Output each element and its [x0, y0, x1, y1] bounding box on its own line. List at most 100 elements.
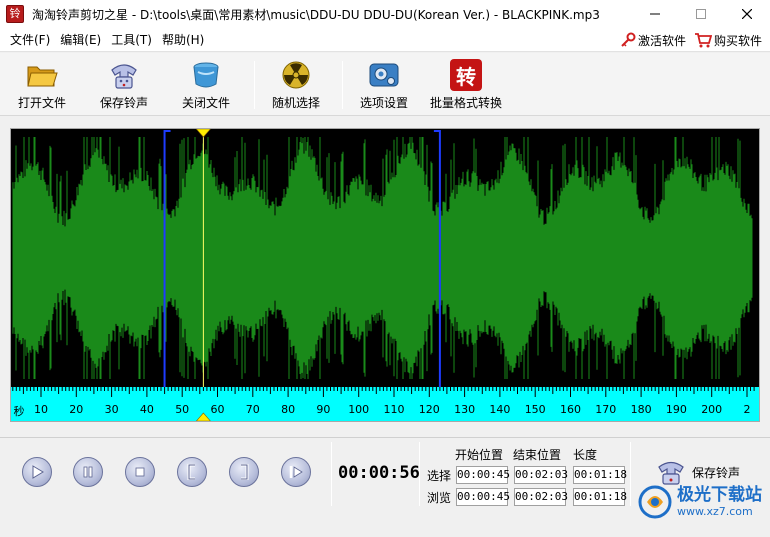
ruler-label: 80	[281, 403, 296, 416]
ruler-label: 170	[595, 403, 617, 416]
bracket-right-icon	[241, 464, 249, 480]
ruler-label: 160	[560, 403, 581, 416]
activate-software-link[interactable]: 激活软件	[620, 32, 686, 49]
options-label: 选项设置	[360, 96, 409, 110]
folder-icon	[27, 66, 58, 87]
window-controls	[632, 0, 770, 28]
ruler-unit-label: 秒	[13, 405, 25, 418]
menu-tools[interactable]: 工具(T)	[106, 31, 157, 48]
buy-software-link[interactable]: 购买软件	[694, 32, 762, 49]
ruler-label: 90	[316, 403, 331, 416]
window-title: 淘淘铃声剪切之星 - D:\tools\桌面\常用素材\music\DDU-DU…	[32, 7, 600, 22]
ruler-label: 200	[701, 403, 723, 416]
settings-icon	[369, 63, 399, 87]
close-file-label: 关闭文件	[182, 96, 231, 110]
select-row-label: 选择	[427, 469, 452, 483]
ruler-label: 10	[34, 403, 48, 416]
stop-icon	[135, 467, 145, 477]
app-icon: 铃	[6, 5, 24, 23]
toolbar-separator	[254, 61, 255, 109]
open-file-label: 打开文件	[18, 96, 67, 110]
save-ringtone-bottom-label: 保存铃声	[692, 465, 741, 480]
ruler-label: 60	[210, 403, 225, 416]
batch-convert-label: 批量格式转换	[430, 96, 503, 110]
set-end-button[interactable]	[229, 457, 259, 487]
ruler-label: 150	[524, 403, 546, 416]
set-start-button[interactable]	[177, 457, 207, 487]
maximize-icon	[696, 9, 706, 19]
playhead-bottom-handle	[195, 412, 211, 421]
time-ruler[interactable]: 秒 10 20 30 40 50 60 70 80 90 100 110 120 130 140 150 16…	[11, 387, 759, 421]
ruler-label: 50	[175, 403, 190, 416]
convert-icon: 转	[450, 59, 482, 91]
ruler-label: 30	[104, 403, 119, 416]
ruler-tick-marks	[12, 387, 755, 397]
current-time: 00:00:56	[338, 463, 420, 483]
close-button[interactable]	[724, 0, 770, 28]
title-bar: 铃 淘淘铃声剪切之星 - D:\tools\桌面\常用素材\music\DDU-…	[0, 0, 770, 28]
ruler-label: 140	[489, 403, 511, 416]
phone-ringtone-icon	[658, 461, 684, 485]
toolbar-separator	[342, 61, 343, 109]
panel-separator	[630, 442, 631, 506]
select-end-field[interactable]: 00:02:03	[514, 466, 568, 484]
ruler-label: 70	[245, 403, 260, 416]
watermark-title: 极光下载站	[677, 485, 762, 505]
browse-length-field[interactable]: 00:01:18	[573, 488, 627, 506]
browse-end-field[interactable]: 00:02:03	[514, 488, 568, 506]
select-length-field[interactable]: 00:01:18	[573, 466, 627, 484]
play-selection-button[interactable]	[281, 457, 311, 487]
panel-separator	[331, 442, 332, 506]
pause-button[interactable]	[73, 457, 103, 487]
start-position-header: 开始位置	[455, 448, 504, 462]
maximize-button[interactable]	[678, 0, 724, 28]
ruler-label: 2	[743, 403, 751, 416]
waveform-panel[interactable]: 秒 10 20 30 40 50 60 70 80 90 100 110 120 130 140 150 16…	[10, 128, 760, 422]
cart-icon	[694, 33, 712, 48]
length-header: 长度	[573, 448, 598, 462]
ruler-label: 180	[630, 403, 652, 416]
save-ringtone-label: 保存铃声	[100, 96, 149, 110]
save-ringtone-bottom-button[interactable]: 保存铃声	[656, 458, 740, 486]
stop-button[interactable]	[125, 457, 155, 487]
ruler-label: 20	[69, 403, 84, 416]
bucket-icon	[193, 62, 219, 88]
ruler-label: 100	[348, 403, 370, 416]
play-button[interactable]	[22, 457, 52, 487]
browse-start-field[interactable]: 00:00:45	[456, 488, 510, 506]
toolbar: 打开文件 保存铃声 关闭文件 随机选择 选项设置 转 批量格式转换	[0, 53, 770, 116]
ruler-label: 120	[418, 403, 440, 416]
menu-bar: 文件(F) 编辑(E) 工具(T) 帮助(H) 激活软件 购买软件	[0, 28, 770, 52]
play-selection-icon	[289, 466, 303, 478]
menu-file[interactable]: 文件(F)	[5, 31, 55, 48]
buy-software-label: 购买软件	[713, 33, 762, 48]
menu-help[interactable]: 帮助(H)	[157, 31, 209, 48]
radiation-icon	[282, 61, 310, 89]
playhead-top-handle	[195, 129, 211, 138]
phone-ringtone-icon	[111, 64, 137, 89]
bracket-left-icon	[187, 464, 195, 480]
watermark-logo-icon	[638, 485, 672, 519]
batch-convert-button[interactable]: 转 批量格式转换	[430, 59, 502, 113]
close-file-button[interactable]: 关闭文件	[182, 59, 230, 113]
end-position-header: 结束位置	[513, 448, 562, 462]
ruler-label: 130	[454, 403, 476, 416]
open-file-button[interactable]: 打开文件	[18, 59, 66, 113]
site-watermark: 极光下载站 www.xz7.com	[637, 484, 762, 520]
random-select-label: 随机选择	[272, 96, 321, 110]
select-start-field[interactable]: 00:00:45	[456, 466, 510, 484]
waveform-trace	[12, 137, 753, 379]
waveform-canvas[interactable]	[11, 129, 759, 421]
random-select-button[interactable]: 随机选择	[272, 59, 320, 113]
play-icon	[32, 465, 44, 479]
close-icon	[742, 9, 752, 19]
key-icon	[621, 32, 636, 47]
ruler-label: 190	[665, 403, 687, 416]
options-button[interactable]: 选项设置	[360, 59, 408, 113]
browse-row-label: 浏览	[427, 491, 452, 505]
watermark-url: www.xz7.com	[677, 505, 753, 518]
save-ringtone-button[interactable]: 保存铃声	[100, 59, 148, 113]
menu-edit[interactable]: 编辑(E)	[55, 31, 106, 48]
minimize-button[interactable]	[632, 0, 678, 28]
activate-software-label: 激活软件	[637, 33, 686, 48]
